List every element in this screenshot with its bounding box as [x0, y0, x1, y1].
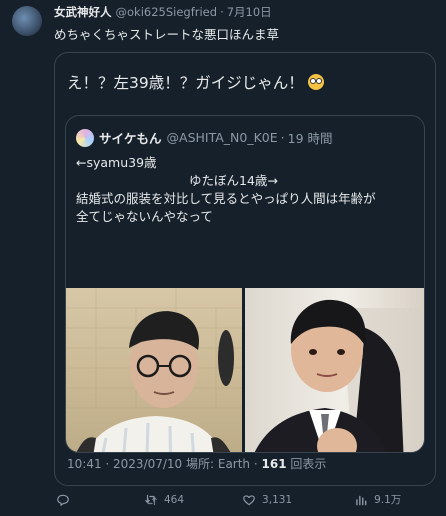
- quoted-header-separator: ·: [280, 130, 285, 145]
- retweet-button[interactable]: 464: [144, 492, 184, 507]
- quoted-tweet-time[interactable]: 19 時間: [288, 128, 333, 147]
- meta-view-count: 161: [261, 457, 287, 471]
- author-avatar[interactable]: [12, 6, 42, 36]
- heart-icon: [243, 494, 255, 505]
- photo-left-man-glasses[interactable]: [66, 288, 242, 452]
- quoted-author-avatar[interactable]: [76, 128, 94, 147]
- quoted-tweet-card[interactable]: サイケもん @ASHITA_N0_K0E · 19 時間 ←syamu39歳 ゆ…: [65, 115, 425, 453]
- like-count: 3,131: [262, 493, 293, 506]
- tweet-date[interactable]: 7月10日: [227, 4, 272, 20]
- flushed-face-emoji-icon: [307, 74, 324, 90]
- quoted-text-line-3: 結婚式の服装を対比して見るとやっぱり人間は年齢が: [76, 191, 376, 206]
- header-separator: ·: [220, 5, 224, 19]
- tweet-text: めちゃくちゃストレートな悪口ほんま草: [54, 27, 280, 42]
- quoted-author-handle[interactable]: @ASHITA_N0_K0E: [167, 130, 278, 145]
- tweet-header: 女武神好人 @oki625Siegfried · 7月10日: [54, 4, 272, 20]
- quoted-tweet-header: サイケもん @ASHITA_N0_K0E · 19 時間: [76, 128, 333, 147]
- quoted-author-name[interactable]: サイケもん: [99, 128, 162, 147]
- views-count: 9.1万: [374, 494, 402, 506]
- quoted-text-line-4: 全てじゃないんやなって: [76, 209, 213, 224]
- reply-icon: [57, 494, 69, 506]
- quoted-text-line-1: ←syamu39歳: [76, 155, 157, 170]
- quote-tweet-card[interactable]: え！？左39歳！？ガイジじゃん！ サイケもん @ASHITA_N0_K0E · …: [54, 52, 436, 486]
- action-bar: 464 3,131 9.1万: [54, 492, 434, 507]
- retweet-count: 464: [164, 493, 185, 506]
- photo-left-illustration: [66, 288, 242, 452]
- photo-right-boy-suit[interactable]: [245, 288, 424, 452]
- tweet-meta: 10:41 · 2023/07/10 場所: Earth · 161 回表示: [67, 455, 326, 472]
- author-name[interactable]: 女武神好人: [54, 4, 112, 20]
- views-bar-chart-icon: [356, 495, 367, 505]
- retweet-icon: [145, 494, 157, 505]
- views-button[interactable]: 9.1万: [354, 492, 401, 507]
- photo-right-illustration: [254, 299, 424, 452]
- meta-time-date-location: 10:41 · 2023/07/10 場所: Earth ·: [67, 457, 258, 471]
- quoted-text-line-2: ゆたぼん14歳→: [189, 173, 278, 188]
- like-button[interactable]: 3,131: [242, 492, 292, 507]
- quote-tweet-text-line: え！？左39歳！？ガイジじゃん！: [67, 71, 324, 93]
- quote-tweet-text: え！？左39歳！？ガイジじゃん！: [67, 74, 304, 92]
- meta-views-label: 回表示: [290, 457, 327, 471]
- reply-button[interactable]: [56, 492, 76, 507]
- author-handle[interactable]: @oki625Siegfried: [116, 5, 218, 19]
